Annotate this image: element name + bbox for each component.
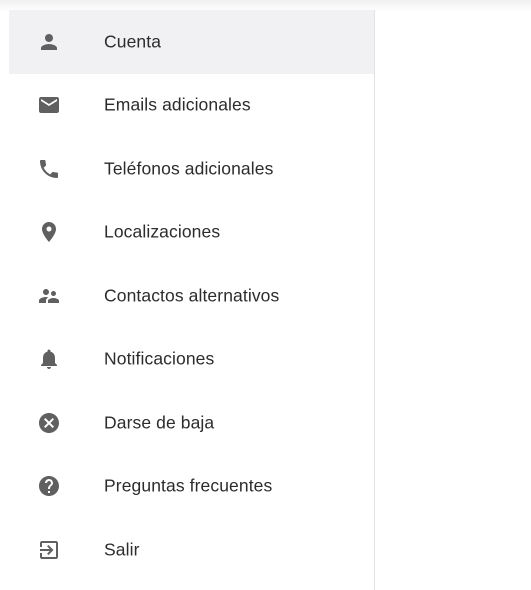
location-pin-icon [37,220,61,244]
menu-item-label: Salir [104,539,140,560]
menu-item-cuenta[interactable]: Cuenta [9,10,374,74]
menu-item-label: Localizaciones [104,221,221,242]
cancel-circle-icon [37,411,61,435]
menu-item-label: Darse de baja [104,412,215,433]
menu-item-localizaciones[interactable]: Localizaciones [9,201,374,265]
people-icon [37,284,61,308]
menu-item-label: Preguntas frecuentes [104,475,273,496]
logout-icon [37,538,61,562]
phone-icon [37,157,61,181]
person-icon [37,30,61,54]
page: Cuenta Emails adicionales Teléfonos adic… [0,0,531,590]
bell-icon [37,347,61,371]
menu-item-preguntas-frecuentes[interactable]: Preguntas frecuentes [9,455,374,519]
help-circle-icon [37,474,61,498]
sidebar-menu: Cuenta Emails adicionales Teléfonos adic… [9,10,375,590]
menu-item-label: Contactos alternativos [104,285,280,306]
menu-item-label: Cuenta [104,31,162,52]
menu-item-label: Notificaciones [104,348,215,369]
menu-item-label: Emails adicionales [104,94,251,115]
menu-list: Cuenta Emails adicionales Teléfonos adic… [9,10,374,582]
menu-item-darse-de-baja[interactable]: Darse de baja [9,391,374,455]
menu-item-label: Teléfonos adicionales [104,158,274,179]
menu-item-telefonos-adicionales[interactable]: Teléfonos adicionales [9,137,374,201]
menu-item-emails-adicionales[interactable]: Emails adicionales [9,74,374,138]
menu-item-salir[interactable]: Salir [9,518,374,582]
menu-item-contactos-alternativos[interactable]: Contactos alternativos [9,264,374,328]
mail-icon [37,93,61,117]
menu-item-notificaciones[interactable]: Notificaciones [9,328,374,392]
